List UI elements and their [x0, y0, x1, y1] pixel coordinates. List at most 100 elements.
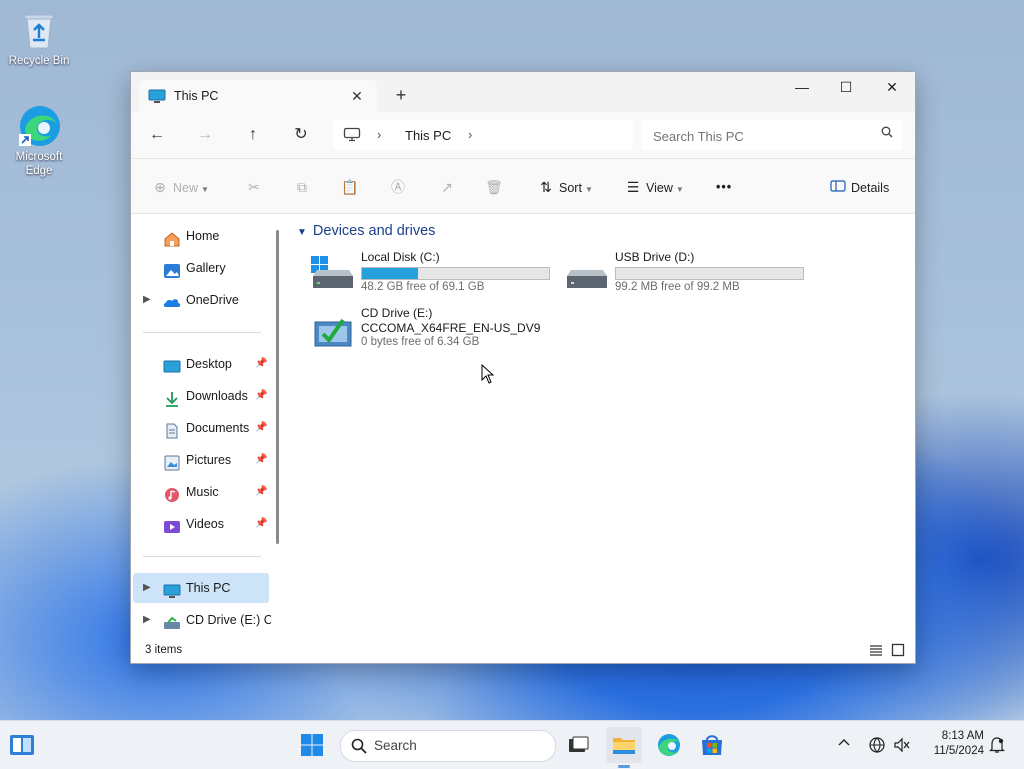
delete-button[interactable]: 🗑: [485, 176, 507, 198]
desktop-icon-edge[interactable]: Microsoft Edge: [2, 104, 76, 178]
view-button[interactable]: ☰ View ▼: [624, 176, 684, 198]
desktop-icon-recycle-bin[interactable]: Recycle Bin: [2, 8, 76, 68]
sidebar-divider: [143, 556, 261, 557]
drive-usb-d[interactable]: USB Drive (D:) 99.2 MB free of 99.2 MB: [565, 250, 815, 302]
network-globe-icon[interactable]: [868, 736, 886, 757]
show-hidden-icons-chevron-icon[interactable]: [838, 735, 850, 750]
windows-drive-icon: [311, 256, 355, 292]
pin-icon[interactable]: 📌: [255, 381, 267, 411]
paste-button[interactable]: 📋: [341, 176, 363, 198]
tab-title: This PC: [174, 89, 219, 103]
rename-button[interactable]: Ⓐ: [389, 176, 411, 198]
drive-usage-fill: [362, 268, 419, 279]
pin-icon[interactable]: 📌: [255, 477, 267, 507]
drive-free-space: 48.2 GB free of 69.1 GB: [361, 281, 485, 293]
chevron-down-icon: ▼: [675, 185, 684, 194]
breadcrumb-this-pc[interactable]: This PC: [405, 128, 451, 143]
notification-bell-icon[interactable]: [989, 736, 1005, 757]
expand-chevron-icon[interactable]: ▶: [143, 605, 151, 635]
pin-icon[interactable]: 📌: [255, 445, 267, 475]
clock-time: 8:13 AM: [941, 730, 984, 742]
sidebar-divider: [143, 332, 261, 333]
group-header[interactable]: ▼ Devices and drives: [297, 223, 435, 239]
sidebar-item-music[interactable]: Music 📌: [133, 477, 269, 507]
file-explorer-taskbar-button[interactable]: [606, 727, 642, 763]
drive-local-disk-c[interactable]: Local Disk (C:) 48.2 GB free of 69.1 GB: [311, 250, 561, 302]
sidebar-item-label: Pictures: [186, 453, 232, 467]
refresh-button[interactable]: ↻: [287, 123, 315, 147]
tab-this-pc[interactable]: This PC ✕: [139, 80, 377, 112]
share-button[interactable]: ↗: [438, 176, 460, 198]
forward-button[interactable]: →: [191, 123, 219, 147]
details-pane-icon: [829, 176, 847, 198]
drive-usage-bar: [615, 267, 804, 280]
rename-icon: Ⓐ: [391, 179, 405, 195]
sidebar-item-this-pc[interactable]: ▶ This PC: [133, 573, 269, 603]
sort-button[interactable]: ⇅ Sort ▼: [537, 176, 593, 198]
file-explorer-window: This PC ✕ + — ☐ ✕ ← → ↑ ↻ › This PC › ⊕ N…: [130, 71, 916, 664]
sidebar-item-desktop[interactable]: Desktop 📌: [133, 349, 269, 379]
taskbar-search-box[interactable]: Search: [340, 730, 556, 762]
new-tab-button[interactable]: +: [389, 84, 413, 106]
pictures-icon: [163, 452, 181, 471]
sidebar-item-downloads[interactable]: Downloads 📌: [133, 381, 269, 411]
breadcrumb-chevron-icon[interactable]: ›: [468, 127, 472, 142]
minimize-button[interactable]: —: [779, 72, 825, 102]
new-button[interactable]: ⊕ New ▼: [151, 176, 209, 198]
music-icon: [163, 484, 181, 502]
view-list-icon: ☰: [626, 179, 640, 195]
tab-close-icon[interactable]: ✕: [347, 86, 367, 106]
more-options-button[interactable]: •••: [716, 176, 732, 198]
sidebar-item-pictures[interactable]: Pictures 📌: [133, 445, 269, 475]
sidebar-item-onedrive[interactable]: ▶ OneDrive: [133, 285, 269, 315]
tiles-view-icon[interactable]: [891, 643, 907, 659]
volume-muted-icon[interactable]: [893, 737, 911, 756]
pin-icon[interactable]: 📌: [255, 413, 267, 443]
home-icon: [163, 228, 181, 247]
search-input[interactable]: [651, 125, 865, 147]
monitor-icon: [343, 127, 361, 145]
sidebar-item-label: Videos: [186, 517, 224, 531]
sidebar-item-documents[interactable]: Documents 📌: [133, 413, 269, 443]
expand-chevron-icon[interactable]: ▶: [143, 285, 151, 315]
search-box[interactable]: [641, 120, 903, 150]
sidebar-item-label: OneDrive: [186, 293, 239, 307]
sidebar-item-cd-drive[interactable]: ▶ CD Drive (E:) CC: [133, 605, 271, 635]
address-bar[interactable]: › This PC ›: [333, 120, 633, 150]
pin-icon[interactable]: 📌: [255, 509, 267, 539]
breadcrumb-chevron-icon[interactable]: ›: [377, 127, 381, 142]
cut-button[interactable]: ✂: [245, 176, 267, 198]
sidebar-item-videos[interactable]: Videos 📌: [133, 509, 269, 539]
task-view-button[interactable]: [560, 727, 596, 763]
drive-cd-e[interactable]: CD Drive (E:) CCCOMA_X64FRE_EN-US_DV9 0 …: [311, 306, 561, 358]
sidebar-scrollbar[interactable]: [276, 230, 279, 544]
sidebar-item-label: CD Drive (E:) CC: [186, 613, 271, 627]
expand-chevron-icon[interactable]: ▶: [143, 573, 151, 603]
sidebar-item-home[interactable]: Home: [133, 221, 269, 251]
mouse-cursor-icon: [481, 363, 495, 387]
system-clock[interactable]: 8:13 AM 11/5/2024: [918, 729, 984, 759]
up-button[interactable]: ↑: [239, 123, 267, 147]
store-taskbar-button[interactable]: [694, 727, 730, 763]
maximize-button[interactable]: ☐: [823, 72, 869, 102]
copy-button[interactable]: ⧉: [293, 176, 315, 198]
sidebar-item-label: Documents: [186, 421, 250, 435]
widgets-button[interactable]: [4, 727, 40, 763]
edge-taskbar-button[interactable]: [651, 727, 687, 763]
document-icon: [163, 420, 181, 439]
start-button[interactable]: [294, 727, 330, 763]
sidebar-item-label: Home: [186, 229, 220, 243]
details-button[interactable]: Details: [829, 176, 889, 198]
cd-drive-icon: [163, 612, 181, 629]
taskbar-search-label: Search: [374, 738, 417, 753]
back-button[interactable]: ←: [143, 123, 171, 147]
copy-icon: ⧉: [297, 179, 307, 195]
edge-icon: [17, 104, 61, 148]
download-icon: [163, 388, 181, 407]
close-button[interactable]: ✕: [869, 72, 915, 102]
pin-icon[interactable]: 📌: [255, 349, 267, 379]
clock-date: 11/5/2024: [933, 745, 984, 757]
sidebar-item-gallery[interactable]: Gallery: [133, 253, 269, 283]
navigation-bar: ← → ↑ ↻ › This PC ›: [131, 112, 915, 159]
details-view-icon[interactable]: [869, 643, 885, 659]
